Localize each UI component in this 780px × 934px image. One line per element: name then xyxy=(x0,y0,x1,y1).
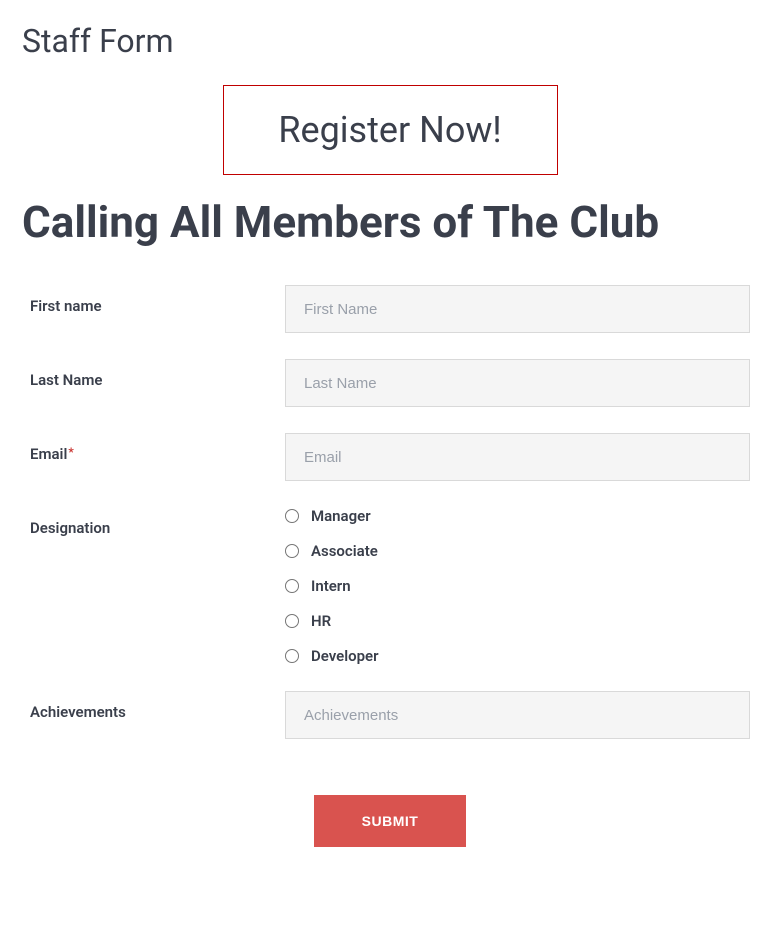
first-name-wrap xyxy=(285,285,750,333)
page-title: Staff Form xyxy=(0,0,780,60)
designation-option-label: Intern xyxy=(311,577,351,595)
first-name-input[interactable] xyxy=(285,285,750,333)
staff-form: First name Last Name Email* Designation … xyxy=(0,250,780,857)
email-wrap xyxy=(285,433,750,481)
email-label-text: Email xyxy=(30,445,67,463)
designation-option-developer: Developer xyxy=(285,647,750,665)
achievements-row: Achievements xyxy=(30,691,750,739)
designation-radio-developer[interactable] xyxy=(285,649,299,663)
designation-option-intern: Intern xyxy=(285,577,750,595)
designation-option-label: Developer xyxy=(311,647,379,665)
achievements-label: Achievements xyxy=(30,691,285,721)
designation-options: Manager Associate Intern HR Developer xyxy=(285,507,750,665)
register-banner-box: Register Now! xyxy=(223,85,558,175)
designation-option-label: Manager xyxy=(311,507,371,525)
achievements-input[interactable] xyxy=(285,691,750,739)
email-row: Email* xyxy=(30,433,750,481)
designation-option-manager: Manager xyxy=(285,507,750,525)
last-name-label: Last Name xyxy=(30,359,285,389)
last-name-row: Last Name xyxy=(30,359,750,407)
required-star-icon: * xyxy=(68,445,73,459)
designation-label: Designation xyxy=(30,507,285,537)
submit-row: SUBMIT xyxy=(30,765,750,857)
designation-radio-intern[interactable] xyxy=(285,579,299,593)
email-input[interactable] xyxy=(285,433,750,481)
designation-option-associate: Associate xyxy=(285,542,750,560)
last-name-wrap xyxy=(285,359,750,407)
achievements-wrap xyxy=(285,691,750,739)
designation-radio-manager[interactable] xyxy=(285,509,299,523)
designation-option-label: HR xyxy=(311,612,331,630)
designation-row: Designation Manager Associate Intern HR … xyxy=(30,507,750,665)
designation-radio-associate[interactable] xyxy=(285,544,299,558)
email-label: Email* xyxy=(30,433,285,463)
designation-radio-hr[interactable] xyxy=(285,614,299,628)
register-banner-text: Register Now! xyxy=(278,109,501,151)
subheading: Calling All Members of The Club xyxy=(0,175,780,250)
designation-option-hr: HR xyxy=(285,612,750,630)
last-name-input[interactable] xyxy=(285,359,750,407)
first-name-label: First name xyxy=(30,285,285,315)
submit-button[interactable]: SUBMIT xyxy=(314,795,467,847)
first-name-row: First name xyxy=(30,285,750,333)
designation-option-label: Associate xyxy=(311,542,378,560)
